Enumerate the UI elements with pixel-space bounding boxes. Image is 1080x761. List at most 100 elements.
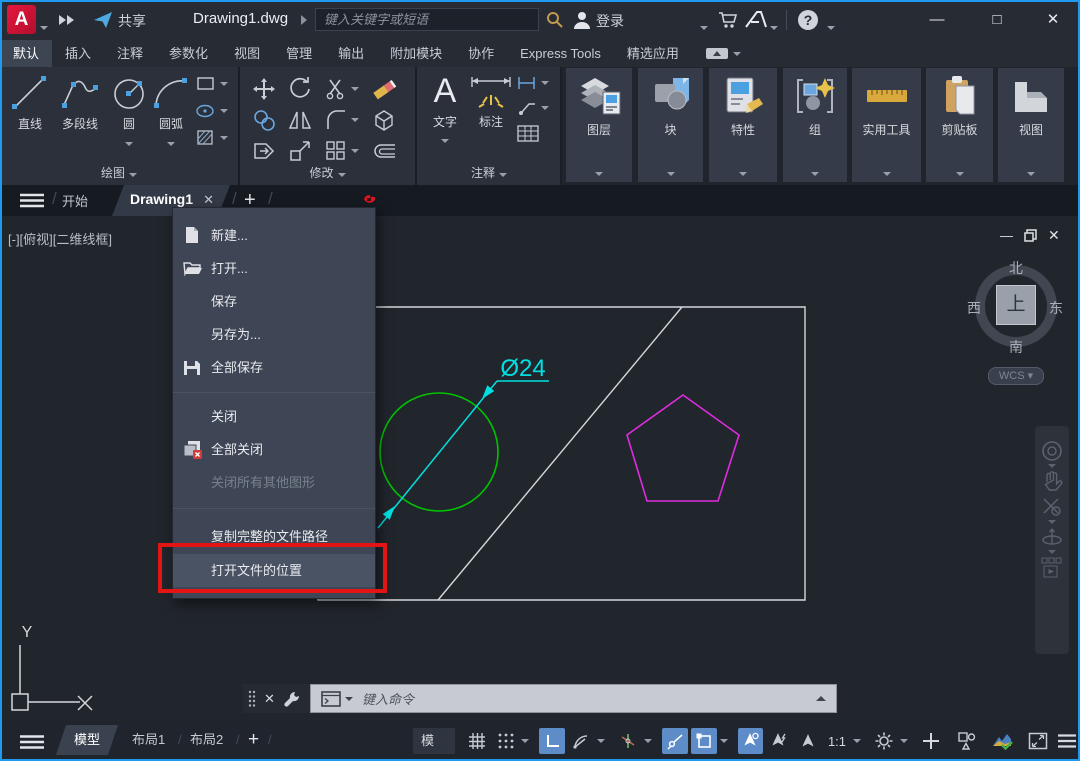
maximize-button[interactable]: □ <box>982 8 1012 32</box>
file-menu-icon[interactable] <box>20 193 44 208</box>
offset-tool-icon[interactable] <box>371 139 397 163</box>
block-panel[interactable]: 块 <box>638 68 703 182</box>
ribbon-tab-view[interactable]: 视图 <box>221 40 273 67</box>
clean-screen-icon[interactable] <box>1025 728 1051 754</box>
chevron-down-icon[interactable] <box>811 172 819 176</box>
mirror-tool-icon[interactable] <box>288 108 312 132</box>
ribbon-tab-insert[interactable]: 插入 <box>52 40 104 67</box>
menu-item-open[interactable]: 打开... <box>173 252 375 285</box>
customization-menu-icon[interactable] <box>1054 728 1080 754</box>
chevron-down-icon[interactable] <box>883 172 891 176</box>
chevron-down-icon[interactable] <box>345 697 353 701</box>
search-icon[interactable] <box>546 11 564 29</box>
layout-tab-model[interactable]: 模型 <box>56 725 118 755</box>
ribbon-tab-collaborate[interactable]: 协作 <box>455 40 507 67</box>
box-tool-icon[interactable] <box>372 108 396 132</box>
viewport-restore-icon[interactable] <box>1024 229 1037 242</box>
signin-caret-icon[interactable] <box>700 17 708 35</box>
ribbon-tab-addins[interactable]: 附加模块 <box>377 40 455 67</box>
search-input[interactable] <box>315 8 539 31</box>
chevron-down-icon[interactable] <box>351 118 359 122</box>
pan-hand-icon[interactable] <box>1041 470 1063 494</box>
ribbon-collapse-button[interactable] <box>706 40 741 67</box>
drawing-canvas[interactable]: [-][俯视][二维线框] — ✕ 北 西 东 南 上 WCS ▾ <box>0 216 1080 761</box>
polyline-tool[interactable]: 多段线 <box>53 73 107 132</box>
menu-item-save-as[interactable]: 另存为... <box>173 318 375 351</box>
isolate-objects-icon[interactable] <box>954 728 980 754</box>
circle-tool[interactable]: 圆 <box>109 73 149 149</box>
qat-expand-icon[interactable] <box>58 14 76 26</box>
line-tool[interactable]: 直线 <box>8 73 52 132</box>
rotate-tool-icon[interactable] <box>288 77 312 101</box>
isometric-drafting-icon[interactable] <box>615 728 641 754</box>
chevron-down-icon[interactable] <box>541 81 549 85</box>
viewport-close-icon[interactable]: ✕ <box>1048 227 1060 244</box>
annotation-panel-label[interactable]: 注释 <box>418 164 560 181</box>
new-layout-button[interactable]: + <box>248 726 259 754</box>
command-prompt-icon[interactable] <box>321 691 341 707</box>
help-icon[interactable]: ? <box>797 9 819 31</box>
ribbon-tab-home[interactable]: 默认 <box>0 40 52 67</box>
close-button[interactable]: ✕ <box>1038 8 1068 32</box>
move-tool-icon[interactable] <box>252 77 276 101</box>
viewport-minimize-icon[interactable]: — <box>1000 228 1013 243</box>
viewcube-south[interactable]: 南 <box>1006 337 1026 357</box>
layout-tab-2[interactable]: 布局2 <box>190 726 223 754</box>
arc-tool[interactable]: 圆弧 <box>150 73 192 149</box>
menu-item-new[interactable]: 新建... <box>173 219 375 252</box>
chevron-down-icon[interactable] <box>125 142 133 146</box>
copy-tool-icon[interactable] <box>252 108 276 132</box>
object-snap-icon[interactable] <box>691 728 717 754</box>
minimize-button[interactable]: — <box>922 8 952 32</box>
polar-tracking-icon[interactable] <box>568 728 594 754</box>
ribbon-tab-featured[interactable]: 精选应用 <box>614 40 692 67</box>
wcs-dropdown[interactable]: WCS ▾ <box>988 367 1044 385</box>
drag-grip-icon[interactable] <box>248 690 256 708</box>
signin-button[interactable]: 登录 <box>596 11 624 31</box>
properties-panel[interactable]: 特性 <box>709 68 777 182</box>
hatch-tool[interactable] <box>196 129 228 147</box>
table-tool-icon[interactable] <box>517 125 539 143</box>
layout-tab-1[interactable]: 布局1 <box>132 726 165 754</box>
chevron-down-icon[interactable] <box>644 739 652 743</box>
chevron-down-icon[interactable] <box>1048 520 1056 524</box>
dimension-tool[interactable]: 标注 <box>468 71 514 130</box>
rectangle-tool[interactable] <box>196 75 228 93</box>
plus-tray-icon[interactable] <box>918 728 944 754</box>
object-snap-tracking-icon[interactable] <box>662 728 688 754</box>
command-history-icon[interactable] <box>816 696 826 701</box>
chevron-down-icon[interactable] <box>900 739 908 743</box>
chevron-down-icon[interactable] <box>853 739 861 743</box>
chevron-down-icon[interactable] <box>1048 550 1056 554</box>
chevron-down-icon[interactable] <box>720 739 728 743</box>
annotation-scale-value[interactable]: 1:1 <box>824 734 850 749</box>
scale-tool-icon[interactable] <box>288 139 312 163</box>
modify-panel-label[interactable]: 修改 <box>240 164 415 181</box>
annotation-autoscale-icon[interactable] <box>766 728 792 754</box>
multileader-tool[interactable] <box>517 100 549 116</box>
command-close-icon[interactable]: ✕ <box>264 691 275 707</box>
ribbon-tab-manage[interactable]: 管理 <box>273 40 325 67</box>
array-tool[interactable] <box>325 139 359 163</box>
chevron-down-icon[interactable] <box>521 739 529 743</box>
app-logo[interactable]: A <box>7 5 36 34</box>
chevron-down-icon[interactable] <box>541 106 549 110</box>
annotation-scale-icon[interactable] <box>795 728 821 754</box>
chevron-down-icon[interactable] <box>351 87 359 91</box>
workspace-gear-icon[interactable] <box>871 728 897 754</box>
ribbon-tab-annotate[interactable]: 注释 <box>104 40 156 67</box>
chevron-down-icon[interactable] <box>167 142 175 146</box>
user-icon[interactable] <box>572 10 592 30</box>
fillet-tool[interactable] <box>325 108 359 132</box>
groups-panel[interactable]: 组 <box>783 68 847 182</box>
snap-mode-icon[interactable] <box>493 728 519 754</box>
clipboard-panel[interactable]: 剪贴板 <box>926 68 993 182</box>
cart-icon[interactable] <box>718 11 738 29</box>
utilities-panel[interactable]: 实用工具 <box>852 68 921 182</box>
ellipse-tool[interactable] <box>196 102 228 120</box>
chevron-down-icon[interactable] <box>1048 464 1056 468</box>
viewcube-top-face[interactable]: 上 <box>996 285 1036 325</box>
layers-panel[interactable]: 图层 <box>566 68 632 182</box>
menu-item-close[interactable]: 关闭 <box>173 400 375 433</box>
share-button[interactable]: 共享 <box>118 11 146 31</box>
